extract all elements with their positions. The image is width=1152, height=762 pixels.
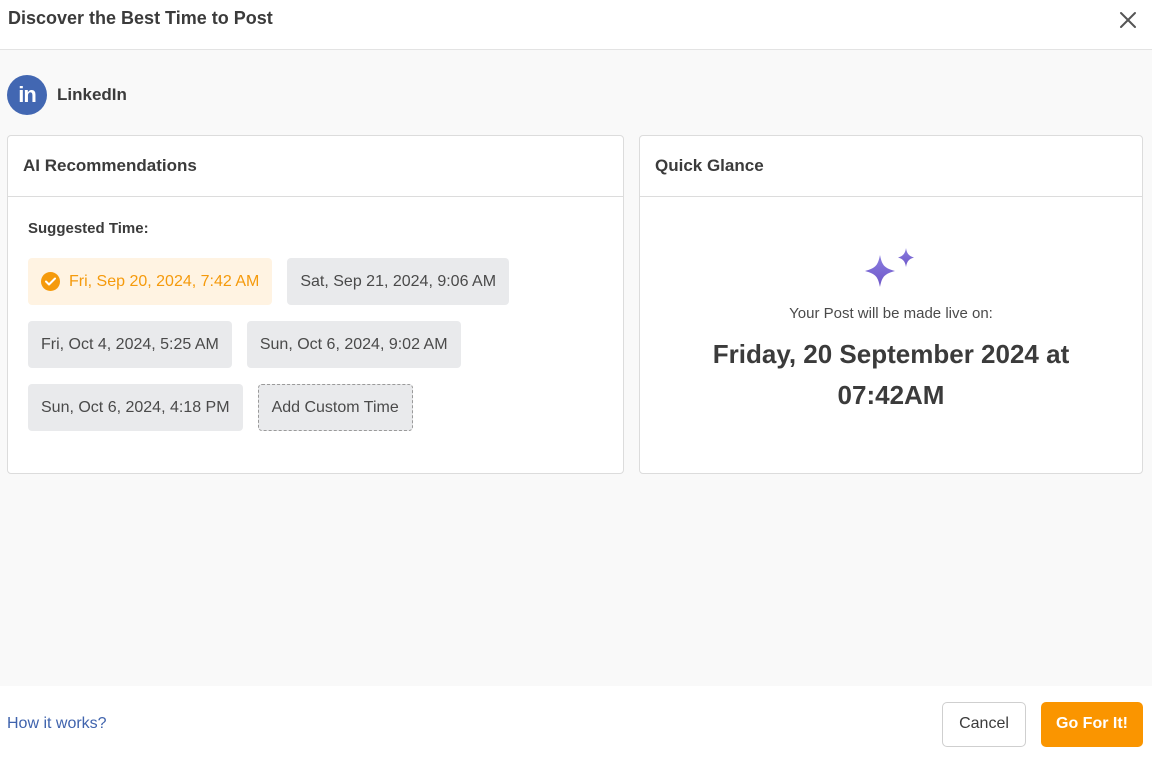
close-button[interactable] bbox=[1116, 8, 1140, 32]
best-time-modal: Discover the Best Time to Post in Linked… bbox=[0, 0, 1152, 762]
time-chip-label: Sat, Sep 21, 2024, 9:06 AM bbox=[300, 272, 497, 290]
sparkles-icon bbox=[865, 248, 914, 287]
time-chip-selected[interactable]: Fri, Sep 20, 2024, 7:42 AM bbox=[28, 258, 273, 305]
platform-name: LinkedIn bbox=[57, 85, 127, 104]
time-chip-label: Sun, Oct 6, 2024, 9:02 AM bbox=[259, 335, 448, 353]
add-custom-time-button[interactable]: Add Custom Time bbox=[257, 384, 413, 431]
scheduled-date-line1: Friday, 20 September 2024 at bbox=[712, 339, 1070, 369]
quick-glance-title: Quick Glance bbox=[640, 136, 1142, 197]
how-it-works-link[interactable]: How it works? bbox=[7, 715, 107, 733]
quick-glance-card: Quick Glance Your Post will be made live… bbox=[639, 135, 1143, 474]
time-chip[interactable]: Fri, Oct 4, 2024, 5:25 AM bbox=[28, 321, 232, 368]
time-chip-label: Fri, Sep 20, 2024, 7:42 AM bbox=[69, 272, 260, 290]
add-custom-time-label: Add Custom Time bbox=[271, 398, 399, 416]
time-chips: Fri, Sep 20, 2024, 7:42 AM Sat, Sep 21, … bbox=[28, 258, 608, 431]
time-chip[interactable]: Sun, Oct 6, 2024, 4:18 PM bbox=[28, 384, 243, 431]
modal-title: Discover the Best Time to Post bbox=[8, 8, 273, 28]
modal-footer: How it works? Cancel Go For It! bbox=[0, 686, 1152, 762]
time-chip[interactable]: Sun, Oct 6, 2024, 9:02 AM bbox=[246, 321, 461, 368]
modal-header: Discover the Best Time to Post bbox=[0, 0, 1152, 50]
go-for-it-button[interactable]: Go For It! bbox=[1041, 701, 1143, 747]
linkedin-icon: in bbox=[7, 75, 47, 115]
glance-description: Your Post will be made live on: bbox=[789, 305, 993, 322]
check-circle-icon bbox=[41, 272, 60, 291]
footer-buttons: Cancel Go For It! bbox=[942, 701, 1143, 747]
ai-recommendations-title: AI Recommendations bbox=[8, 136, 623, 197]
suggested-time-label: Suggested Time: bbox=[28, 220, 149, 237]
close-icon bbox=[1120, 12, 1136, 28]
scheduled-date: Friday, 20 September 2024 at 07:42AM bbox=[691, 334, 1091, 416]
platform-row: in LinkedIn bbox=[7, 75, 127, 115]
modal-body: in LinkedIn AI Recommendations Suggested… bbox=[0, 50, 1152, 686]
time-chip-label: Fri, Oct 4, 2024, 5:25 AM bbox=[41, 335, 219, 353]
cancel-button[interactable]: Cancel bbox=[942, 701, 1026, 747]
time-chip-label: Sun, Oct 6, 2024, 4:18 PM bbox=[41, 398, 230, 416]
ai-recommendations-card: AI Recommendations Suggested Time: Fri, … bbox=[7, 135, 624, 474]
scheduled-date-line2: 07:42AM bbox=[837, 380, 945, 410]
time-chip[interactable]: Sat, Sep 21, 2024, 9:06 AM bbox=[287, 258, 510, 305]
